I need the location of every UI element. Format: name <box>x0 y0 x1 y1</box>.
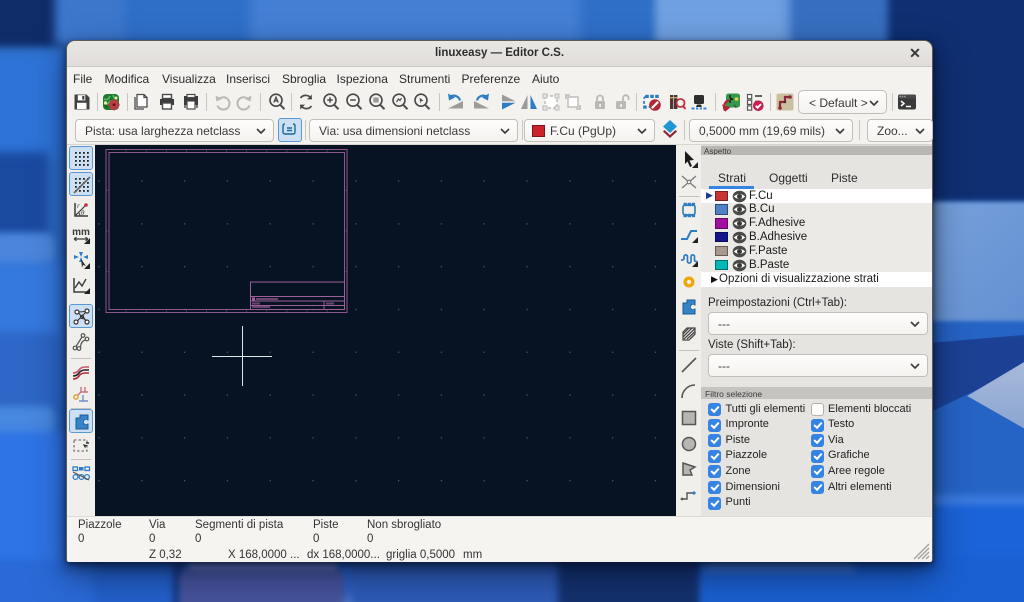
svg-text:mm: mm <box>72 227 90 238</box>
svg-text:θ: θ <box>81 209 85 217</box>
svg-text:r: r <box>77 202 80 210</box>
